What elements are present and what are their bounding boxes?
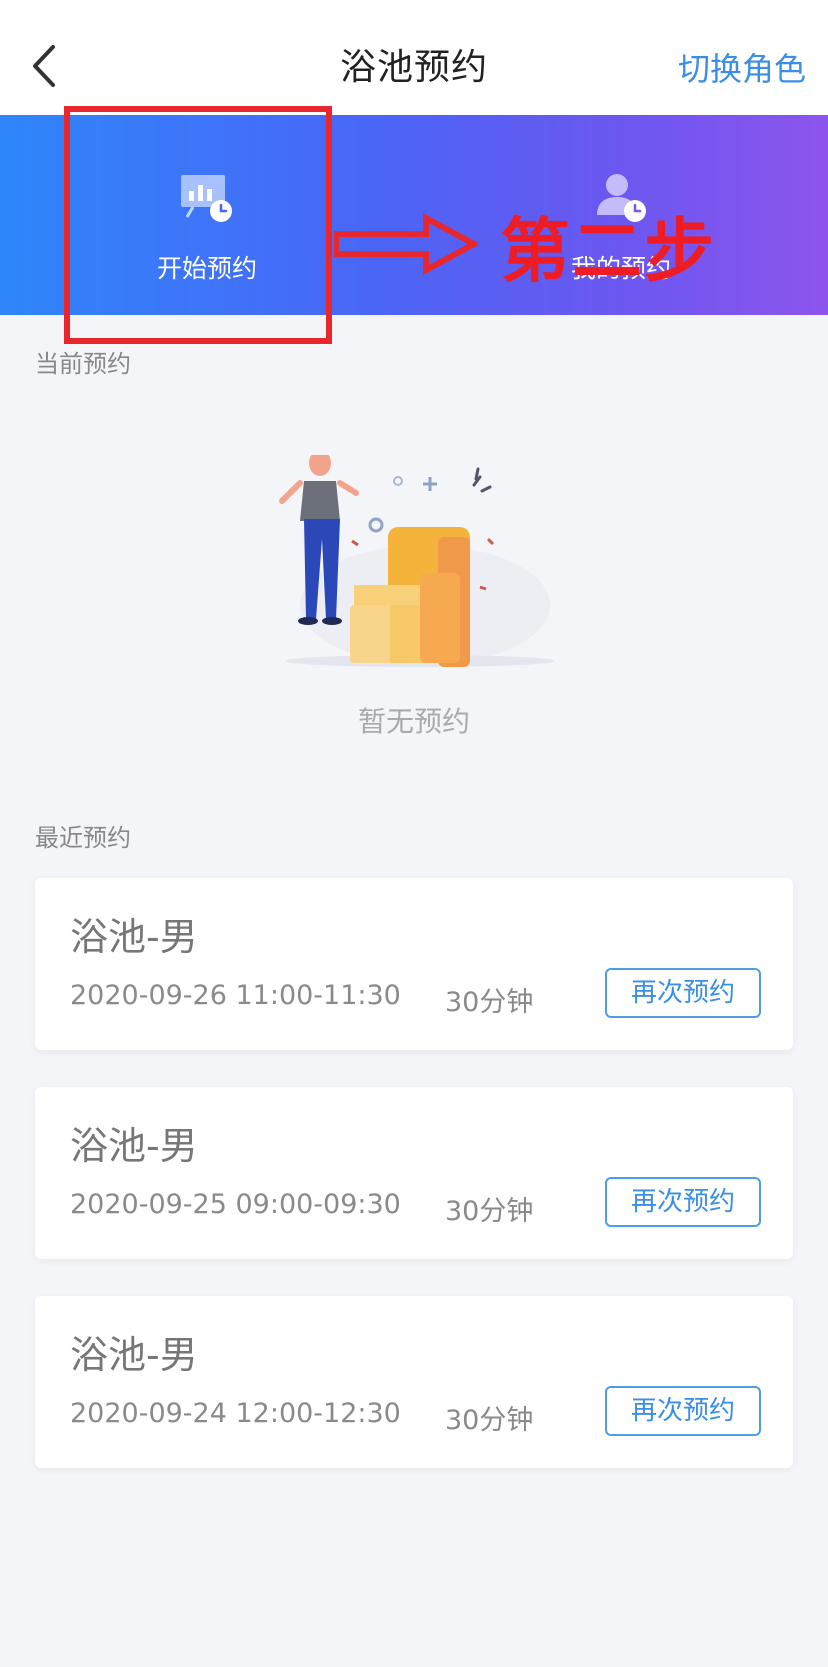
annotation-highlight-box: [64, 106, 332, 344]
booking-time: 2020-09-24 12:00-12:30: [70, 1398, 401, 1429]
top-bar: 浴池预约 切换角色: [0, 0, 828, 115]
empty-state-illustration: [279, 455, 555, 667]
current-booking-label: 当前预约: [35, 350, 131, 378]
recent-booking-label: 最近预约: [35, 824, 131, 852]
rebook-button[interactable]: 再次预约: [605, 1386, 761, 1436]
booking-duration: 30分钟: [445, 987, 534, 1018]
booking-card: 浴池-男 2020-09-26 11:00-11:30 30分钟 再次预约: [35, 878, 793, 1050]
booking-card: 浴池-男 2020-09-25 09:00-09:30 30分钟 再次预约: [35, 1087, 793, 1259]
rebook-button[interactable]: 再次预约: [605, 1177, 761, 1227]
annotation-arrow-icon: [334, 212, 478, 276]
booking-duration: 30分钟: [445, 1405, 534, 1436]
booking-title: 浴池-男: [70, 1124, 198, 1168]
booking-title: 浴池-男: [70, 1333, 198, 1377]
booking-title: 浴池-男: [70, 915, 198, 959]
annotation-step-text: 第二步: [500, 210, 716, 292]
booking-duration: 30分钟: [445, 1196, 534, 1227]
booking-card: 浴池-男 2020-09-24 12:00-12:30 30分钟 再次预约: [35, 1296, 793, 1468]
booking-time: 2020-09-25 09:00-09:30: [70, 1189, 401, 1220]
booking-time: 2020-09-26 11:00-11:30: [70, 980, 401, 1011]
rebook-button[interactable]: 再次预约: [605, 968, 761, 1018]
empty-state-text: 暂无预约: [357, 705, 470, 738]
switch-role-button[interactable]: 切换角色: [678, 44, 806, 90]
